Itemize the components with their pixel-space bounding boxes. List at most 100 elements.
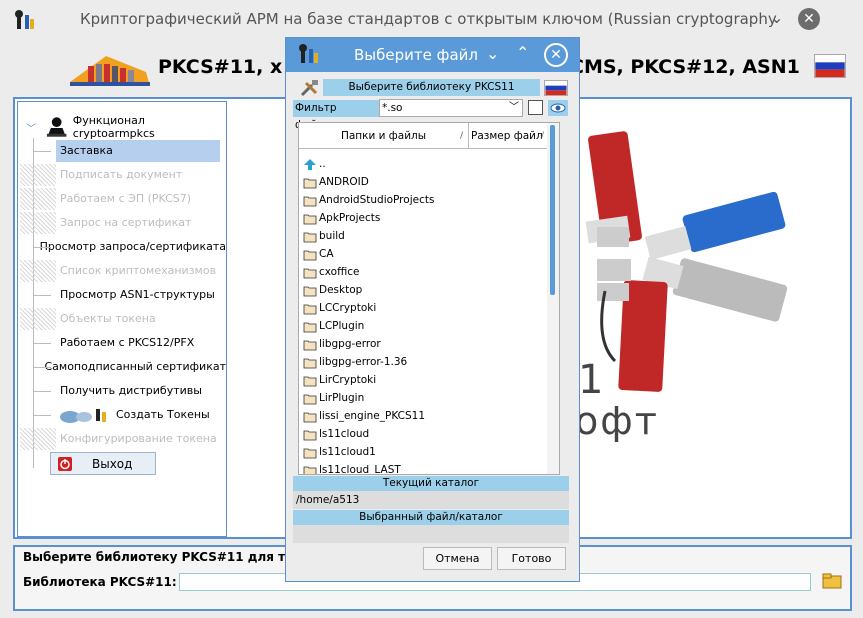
list-item-folder[interactable]: LirPlugin — [303, 389, 434, 407]
list-item-folder[interactable]: libgpg-error-1.36 — [303, 353, 434, 371]
list-item-label: ls11cloud1 — [319, 446, 376, 458]
ok-button[interactable]: Готово — [497, 547, 566, 570]
tools-icon — [300, 80, 318, 97]
nav-item-asn1[interactable]: Просмотр ASN1-структуры — [20, 284, 226, 306]
nav-item-self-signed[interactable]: Самоподписанный сертификат — [20, 356, 226, 378]
nav-item-label: Работаем с ЭП (PKCS7) — [60, 192, 192, 205]
column-size-label: Размер файл — [471, 130, 543, 142]
nav-item-token-config: Конфигурирование токена — [20, 428, 226, 450]
list-item-label: ApkProjects — [319, 212, 381, 224]
folder-icon — [303, 340, 317, 350]
select-library-button[interactable]: Выберите библиотеку PKCS11 — [323, 79, 540, 96]
column-header-files[interactable]: Папки и файлы / — [299, 123, 469, 149]
list-item-folder[interactable]: libgpg-error — [303, 335, 434, 353]
nav-item-label: Самоподписанный сертификат — [44, 360, 226, 373]
list-item-label: ls11cloud_LAST — [319, 464, 401, 475]
selected-file-field — [293, 525, 569, 543]
dialog-app-icon — [299, 44, 318, 63]
nav-item-view-cert[interactable]: Просмотр запроса/сертификата — [20, 236, 226, 258]
function-tree: ﹀ Функционал cryptoarmpkcs Заставка Подп… — [17, 101, 227, 537]
nav-item-label: Работаем с PKCS12/PFX — [60, 336, 195, 349]
sort-icon: / — [459, 131, 463, 141]
current-dir-field: /home/a513 — [293, 491, 569, 509]
nav-item-create-tokens[interactable]: Создать Токены — [20, 404, 226, 426]
list-item-parent[interactable]: .. — [303, 155, 434, 173]
window-title: Криптографический АРМ на базе стандартов… — [80, 10, 777, 28]
current-dir-label: Текущий каталог — [293, 476, 569, 491]
list-item-label: lissi_engine_PKCS11 — [319, 410, 426, 422]
dialog-title: Выберите файл — [354, 46, 478, 64]
list-item-folder[interactable]: cxoffice — [303, 263, 434, 281]
chevron-down-icon[interactable]: ﹀ — [509, 100, 519, 116]
cancel-button[interactable]: Отмена — [423, 547, 492, 570]
dialog-close-button[interactable]: ✕ — [544, 43, 568, 67]
list-item-folder[interactable]: CA — [303, 245, 434, 263]
folder-icon — [303, 466, 317, 474]
nav-item-label: Объекты токена — [60, 312, 156, 325]
sort-icon: / — [540, 131, 544, 141]
open-folder-icon[interactable] — [821, 571, 843, 591]
column-header-size[interactable]: Размер файл / — [469, 123, 549, 149]
file-rows: .. ANDROID AndroidStudioProjects ApkProjec… — [303, 155, 434, 475]
list-item-label: LirCryptoki — [319, 374, 377, 386]
nav-item-sign-document: Подписать документ — [20, 164, 226, 186]
nav-item-label: Получить дистрибутивы — [60, 384, 202, 397]
nav-item-mechanisms: Список криптомеханизмов — [20, 260, 226, 282]
list-item-folder[interactable]: AndroidStudioProjects — [303, 191, 434, 209]
scrollbar-thumb[interactable] — [550, 125, 555, 295]
list-item-folder[interactable]: Desktop — [303, 281, 434, 299]
tree-root[interactable]: ﹀ Функционал cryptoarmpkcs — [26, 114, 226, 140]
list-item-folder[interactable]: LirCryptoki — [303, 371, 434, 389]
list-item-label: ANDROID — [319, 176, 369, 188]
filter-value: *.so — [382, 102, 403, 114]
nav-item-label: Подписать документ — [60, 168, 183, 181]
list-item-folder[interactable]: ls11cloud1 — [303, 443, 434, 461]
list-item-folder[interactable]: ls11cloud_LAST — [303, 461, 434, 475]
tree-root-label: Функционал cryptoarmpkcs — [72, 114, 155, 140]
list-item-label: libgpg-error-1.36 — [319, 356, 408, 368]
nav-item-label: Конфигурирование токена — [60, 432, 217, 445]
nav-item-distributions[interactable]: Получить дистрибутивы — [20, 380, 226, 402]
brand-digit: 1 — [578, 357, 604, 403]
list-item-folder[interactable]: lissi_engine_PKCS11 — [303, 407, 434, 425]
list-item-folder[interactable]: ls11cloud — [303, 425, 434, 443]
selected-file-label: Выбранный файл/каталог — [293, 510, 569, 525]
list-item-folder[interactable]: ApkProjects — [303, 209, 434, 227]
folder-icon — [303, 286, 317, 296]
list-item-label: AndroidStudioProjects — [319, 194, 435, 206]
file-list-scrollbar[interactable] — [547, 123, 559, 474]
file-filter-select[interactable]: *.so ﹀ — [379, 99, 523, 117]
nav-item-label: Просмотр ASN1-структуры — [60, 288, 215, 301]
list-item-label: .. — [319, 158, 326, 170]
list-item-folder[interactable]: LCPlugin — [303, 317, 434, 335]
folder-icon — [303, 412, 317, 422]
window-close-button[interactable]: ✕ — [798, 8, 820, 30]
nav-item-pkcs12[interactable]: Работаем с PKCS12/PFX — [20, 332, 226, 354]
user-desk-icon — [47, 117, 67, 137]
library-label: Библиотека PKCS#11: — [23, 575, 177, 589]
exit-button[interactable]: Выход — [50, 452, 156, 475]
list-item-folder[interactable]: build — [303, 227, 434, 245]
list-item-label: cxoffice — [319, 266, 360, 278]
minimize-chevron-icon[interactable]: ⌄ — [770, 8, 783, 27]
folder-icon — [303, 304, 317, 314]
nav-item-label: Заставка — [56, 140, 220, 162]
nav-item-splash[interactable]: Заставка — [20, 140, 226, 162]
tree-expand-icon[interactable]: ﹀ — [26, 120, 45, 135]
folder-icon — [303, 178, 317, 188]
dialog-maximize-icon[interactable]: ⌃ — [516, 43, 529, 62]
russian-flag-icon[interactable] — [544, 80, 568, 96]
russian-flag-icon[interactable] — [814, 54, 846, 78]
show-hidden-checkbox[interactable] — [528, 100, 543, 115]
list-item-folder[interactable]: LCCryptoki — [303, 299, 434, 317]
list-item-folder[interactable]: ANDROID — [303, 173, 434, 191]
nav-item-cert-request: Запрос на сертификат — [20, 212, 226, 234]
nav-item-label: Просмотр запроса/сертификата — [39, 240, 226, 253]
folder-icon — [303, 394, 317, 404]
eye-icon[interactable] — [548, 100, 568, 116]
folder-icon — [303, 376, 317, 386]
nav-item-label: Создать Токены — [116, 408, 210, 421]
dialog-minimize-icon[interactable]: ⌄ — [486, 44, 499, 63]
list-item-label: libgpg-error — [319, 338, 381, 350]
brand-text: офт — [575, 399, 659, 443]
